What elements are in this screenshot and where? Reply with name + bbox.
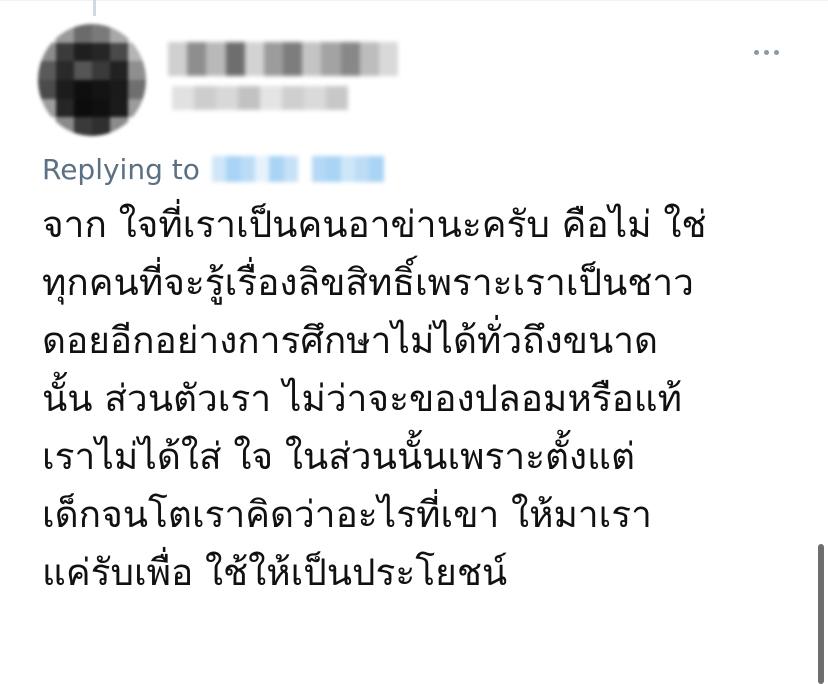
tweet-text-line: แค่รับเพื่อ ใช้ให้เป็นประโยชน์: [42, 551, 508, 594]
thread-connector-line: [93, 0, 96, 16]
tweet-body-text: จาก ใจที่เราเป็นคนอาข่านะครับ คือไม่ ใช่…: [42, 196, 812, 602]
author-handle-blurred[interactable]: [172, 86, 348, 110]
tweet-text-line: เด็กจนโตเราคิดว่าอะไรที่เขา ให้มาเรา: [42, 493, 652, 536]
avatar[interactable]: [38, 24, 146, 136]
replying-to-label: Replying to: [42, 152, 200, 186]
reply-mention-link-blurred[interactable]: [211, 156, 384, 182]
tweet-text-line: ดอยอีกอย่างการศึกษาไม่ได้ทั่วถึงขนาด: [42, 319, 659, 362]
tweet-text-line: นั้น ส่วนตัวเรา ไม่ว่าจะของปลอมหรือแท้: [42, 377, 683, 420]
tweet-text-line: ทุกคนที่จะรู้เรื่องลิขสิทธิ์เพราะเราเป็น…: [42, 261, 694, 304]
author-name-blurred[interactable]: [168, 42, 399, 76]
tweet-card[interactable]: Replying to จาก ใจที่เราเป็นคนอาข่านะครั…: [0, 0, 828, 684]
top-divider: [0, 0, 828, 1]
tweet-text-line: เราไม่ได้ใส่ ใจ ในส่วนนั้นเพราะตั้งแต่: [42, 435, 635, 478]
tweet-text-line: จาก ใจที่เราเป็นคนอาข่านะครับ คือไม่ ใช่: [42, 203, 707, 246]
replying-to-line: Replying to: [42, 150, 384, 188]
scrollbar-thumb[interactable]: [818, 544, 824, 684]
more-options-icon[interactable]: [754, 50, 779, 55]
